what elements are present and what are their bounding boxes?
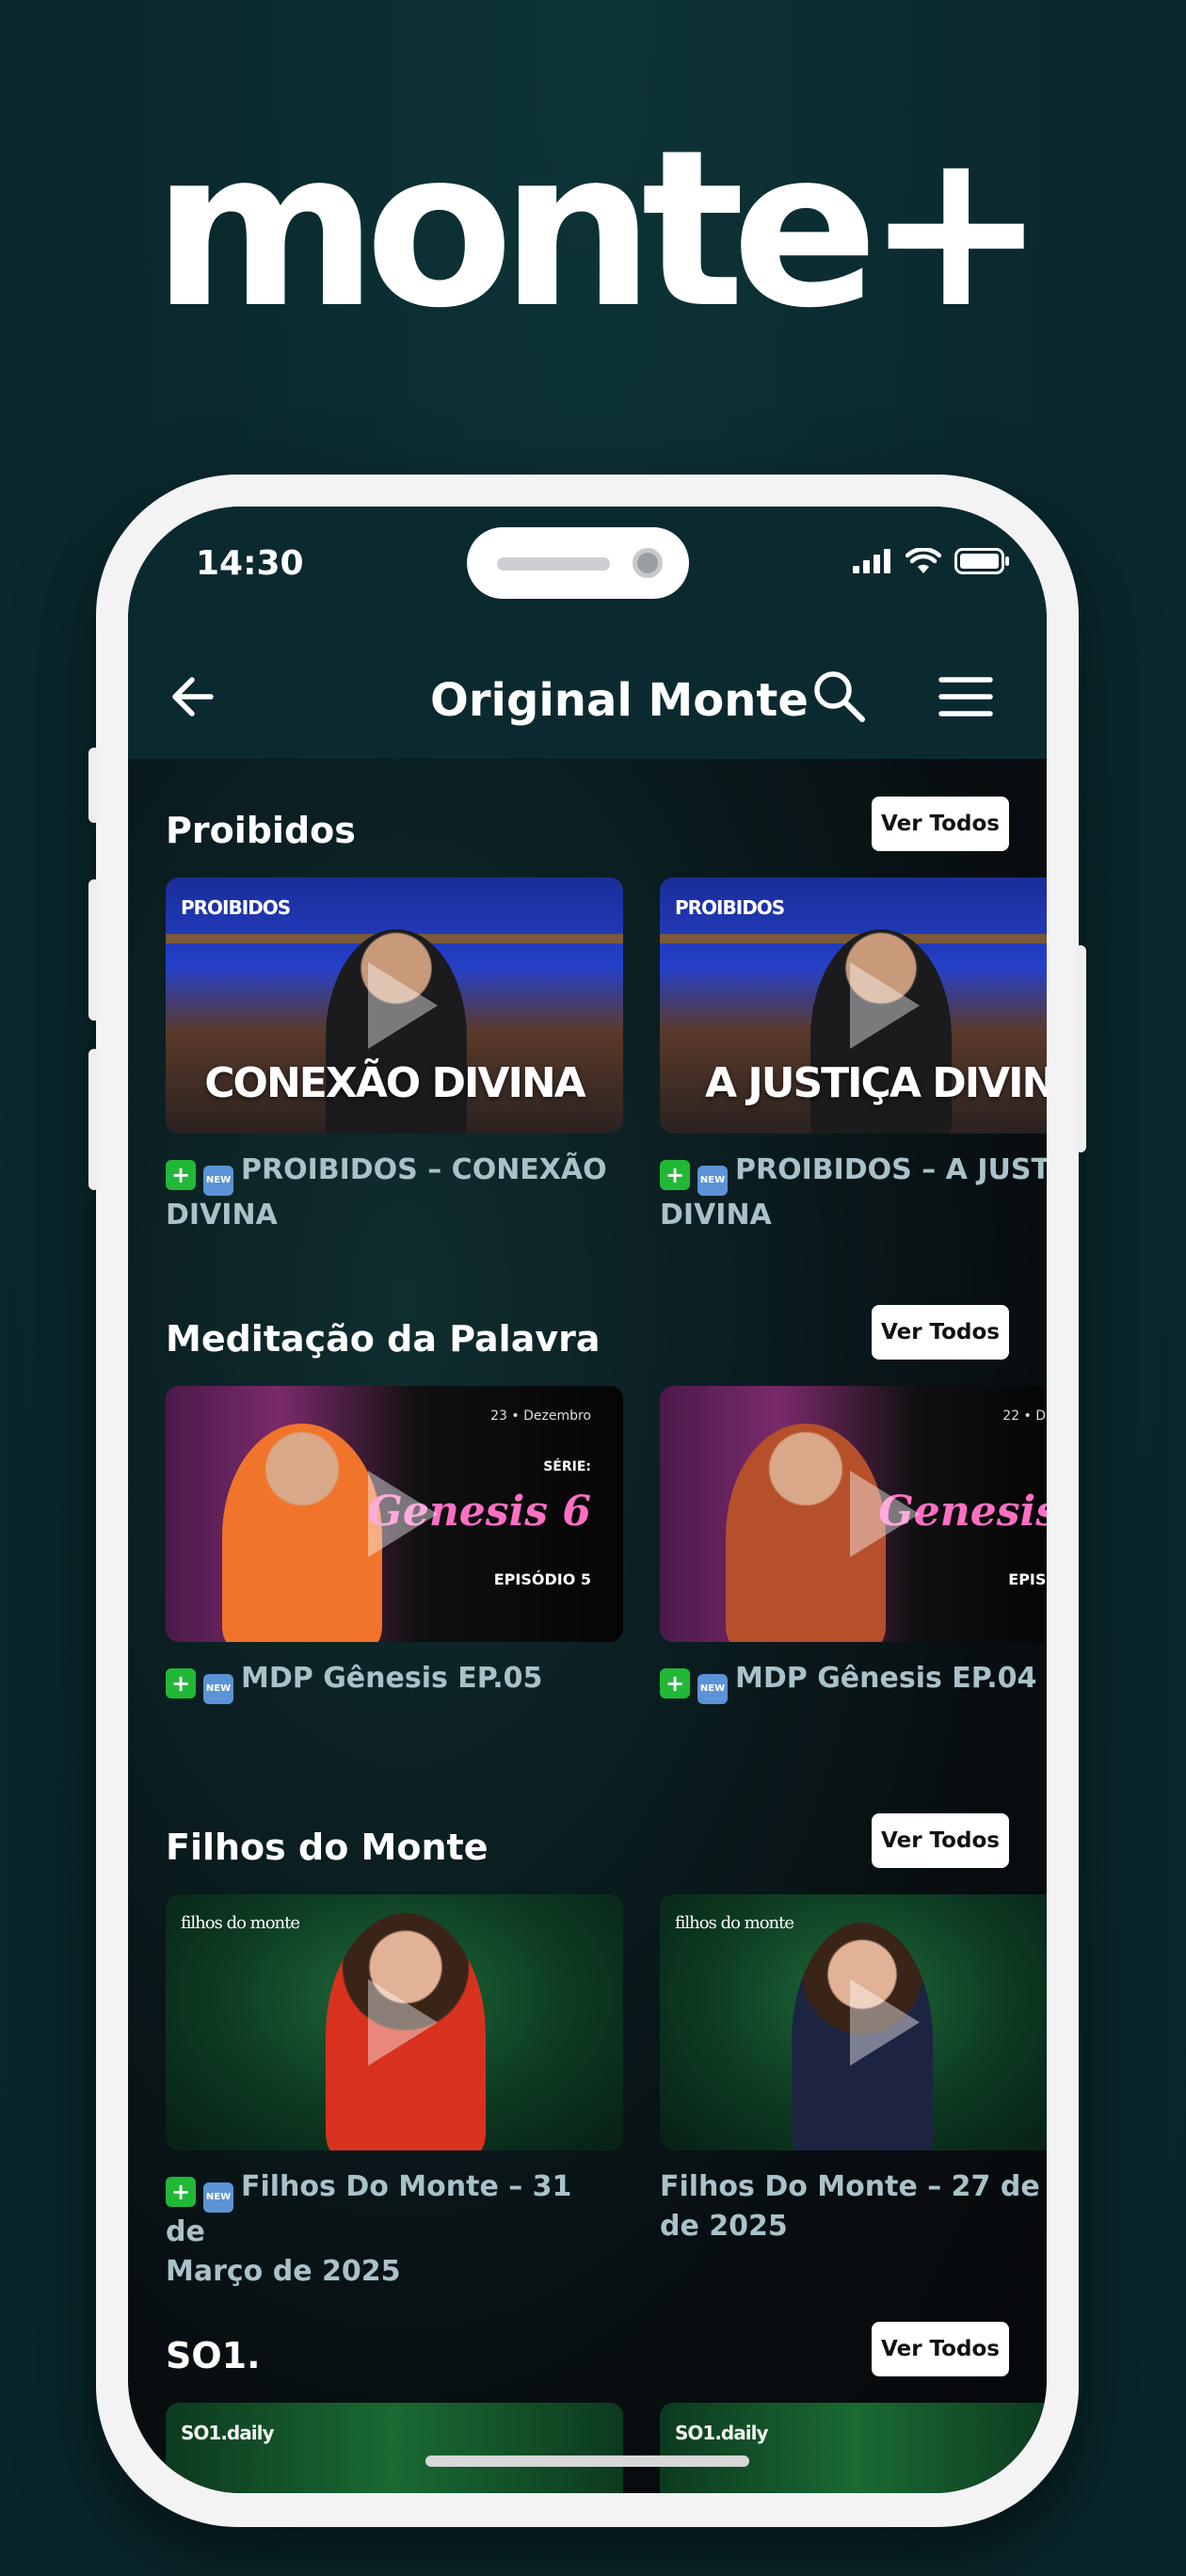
sparkle-plus-icon: + <box>660 1160 690 1190</box>
thumb-brand: SO1.daily <box>675 2422 768 2444</box>
section-title: Meditação da Palavra <box>166 1318 601 1360</box>
hamburger-menu-icon[interactable] <box>938 670 994 723</box>
caption-line: PROIBIDOS – CONEXÃO <box>241 1153 607 1186</box>
see-all-button[interactable]: Ver Todos <box>872 2322 1009 2376</box>
caption-line: Filhos Do Monte – 27 de Ma <box>660 2170 1047 2203</box>
video-card[interactable]: SO1.daily <box>166 2403 623 2493</box>
video-caption[interactable]: Filhos Do Monte – 27 de Ma de 2025 <box>660 2167 1047 2246</box>
new-badge-icon: NEW <box>697 1166 728 1196</box>
video-card[interactable]: PROIBIDOS CONEXÃO DIVINA <box>166 877 623 1134</box>
top-navigation-bar: Original Monte <box>128 631 1047 759</box>
play-icon <box>850 1471 920 1557</box>
section-title: Proibidos <box>166 810 356 851</box>
battery-icon <box>954 548 1009 574</box>
app-logo: monte+ <box>152 105 1047 356</box>
video-caption[interactable]: + NEW Filhos Do Monte – 31 de Março de 202… <box>166 2167 617 2292</box>
sparkle-plus-icon: + <box>166 2177 196 2207</box>
thumb-episode: EPISÓ <box>1008 1570 1047 1588</box>
video-card[interactable]: filhos do monte <box>166 1894 623 2150</box>
see-all-button[interactable]: Ver Todos <box>872 1305 1009 1360</box>
page-title: Original Monte <box>430 674 809 727</box>
wifi-icon <box>906 548 941 573</box>
play-icon <box>368 1471 438 1557</box>
dynamic-island <box>467 527 689 599</box>
signal-icon <box>853 549 890 573</box>
video-card[interactable]: filhos do monte <box>660 1894 1047 2150</box>
caption-line: Março de 2025 <box>166 2255 401 2288</box>
section-title: SO1. <box>166 2335 261 2376</box>
video-caption[interactable]: + NEW PROIBIDOS – A JUSTI DIVINA <box>660 1151 1047 1235</box>
play-icon <box>368 962 438 1049</box>
see-all-button[interactable]: Ver Todos <box>872 1813 1009 1868</box>
thumb-episode: EPISÓDIO 5 <box>493 1570 591 1588</box>
status-time: 14:30 <box>196 544 304 583</box>
play-icon <box>850 962 920 1049</box>
caption-line: de 2025 <box>660 2210 788 2243</box>
thumb-brand: SO1.daily <box>181 2422 274 2444</box>
thumb-brand: PROIBIDOS <box>181 896 291 919</box>
sparkle-plus-icon: + <box>166 1668 196 1699</box>
phone-power-button <box>1075 945 1086 1152</box>
caption-line: DIVINA <box>166 1199 278 1232</box>
play-icon <box>368 1979 438 2066</box>
thumb-person <box>222 1424 382 1642</box>
search-icon[interactable] <box>809 667 868 725</box>
thumb-headline: A JUSTIÇA DIVINA <box>705 1059 1047 1107</box>
see-all-button[interactable]: Ver Todos <box>872 797 1009 851</box>
thumb-headline: CONEXÃO DIVINA <box>204 1059 585 1107</box>
section-title: Filhos do Monte <box>166 1827 489 1868</box>
play-icon <box>850 1979 920 2066</box>
video-card[interactable]: 23 • Dezembro SÉRIE: Genesis 6 EPISÓDIO … <box>166 1386 623 1642</box>
new-badge-icon: NEW <box>697 1674 728 1704</box>
sparkle-plus-icon: + <box>660 1668 690 1699</box>
caption-line: PROIBIDOS – A JUSTI <box>735 1153 1047 1186</box>
thumb-date: 23 • Dezembro <box>490 1409 591 1424</box>
caption-line: MDP Gênesis EP.05 <box>241 1662 543 1695</box>
home-indicator[interactable] <box>425 2455 749 2467</box>
thumb-brand: filhos do monte <box>181 1913 300 1933</box>
caption-line: DIVINA <box>660 1199 772 1232</box>
video-caption[interactable]: + NEW PROIBIDOS – CONEXÃO DIVINA <box>166 1151 617 1235</box>
new-badge-icon: NEW <box>203 1674 233 1704</box>
thumb-date: 22 • Dez <box>1002 1409 1047 1424</box>
island-speaker <box>497 557 610 571</box>
phone-volume-up <box>88 879 100 1021</box>
app-screen: 14:30 Original Monte Proibidos Ver Todos… <box>128 507 1047 2493</box>
video-caption[interactable]: + NEW MDP Gênesis EP.05 <box>166 1659 617 1704</box>
video-caption[interactable]: + NEW MDP Gênesis EP.04 <box>660 1659 1047 1704</box>
status-icons <box>853 548 1009 574</box>
sparkle-plus-icon: + <box>166 1160 196 1190</box>
new-badge-icon: NEW <box>203 1166 233 1196</box>
phone-frame: 14:30 Original Monte Proibidos Ver Todos… <box>88 475 1086 2527</box>
thumb-serie: SÉRIE: <box>543 1459 591 1474</box>
thumb-brand: PROIBIDOS <box>675 896 785 919</box>
video-card[interactable]: PROIBIDOS A JUSTIÇA DIVINA <box>660 877 1047 1134</box>
video-card[interactable]: SO1.daily <box>660 2403 1047 2493</box>
video-card[interactable]: 22 • Dez S Genesis EPISÓ <box>660 1386 1047 1642</box>
caption-line: MDP Gênesis EP.04 <box>735 1662 1037 1695</box>
island-camera <box>633 548 663 578</box>
new-badge-icon: NEW <box>203 2182 233 2213</box>
thumb-brand: filhos do monte <box>675 1913 794 1933</box>
phone-action-button <box>88 748 100 823</box>
phone-volume-down <box>88 1049 100 1190</box>
